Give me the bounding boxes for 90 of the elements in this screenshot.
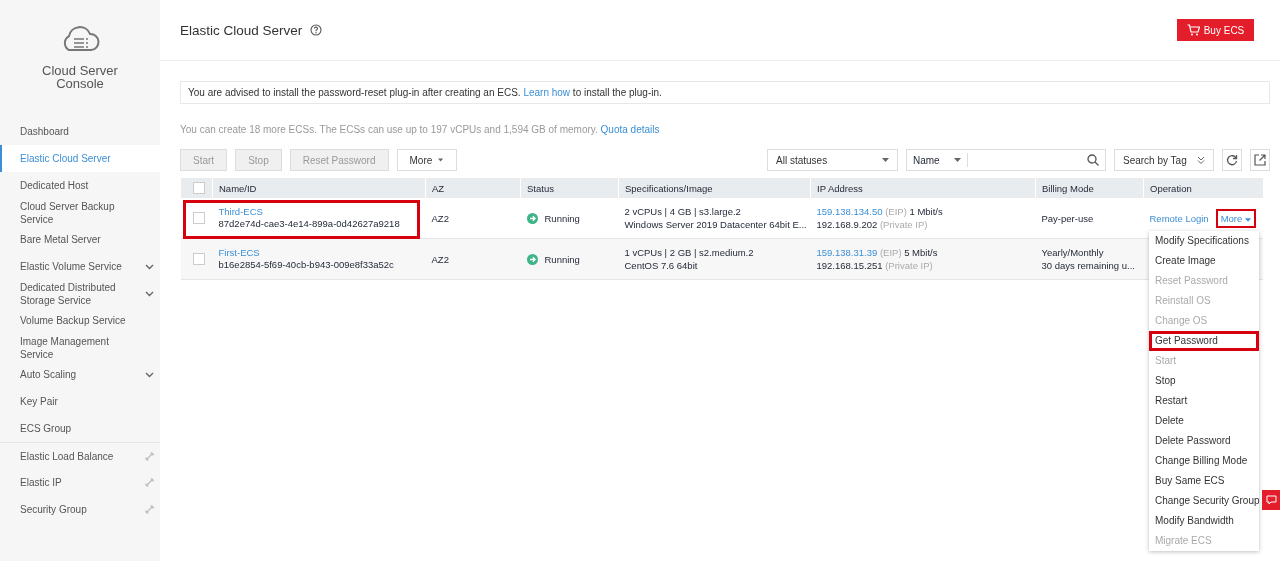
double-chevron-icon bbox=[1197, 156, 1205, 164]
status-filter[interactable]: All statuses bbox=[767, 149, 898, 171]
more-dropdown[interactable]: More bbox=[396, 149, 457, 171]
menu-item[interactable]: Stop bbox=[1149, 371, 1259, 391]
server-name-link[interactable]: Third-ECS bbox=[218, 206, 422, 217]
sidebar-item[interactable]: Cloud Server Backup Service bbox=[0, 199, 160, 226]
column-header: Billing Mode bbox=[1042, 182, 1094, 194]
sidebar-item[interactable]: Dashboard bbox=[0, 118, 160, 145]
private-ip-text: 192.168.9.202 bbox=[816, 219, 878, 230]
chevron-icon bbox=[145, 290, 154, 297]
sidebar-item[interactable]: ECS Group bbox=[0, 415, 160, 442]
billing-text: Pay-per-use bbox=[1041, 211, 1095, 225]
sidebar-item[interactable]: Elastic Cloud Server bbox=[0, 145, 160, 172]
quota-text: You can create 18 more ECSs. The ECSs can use up to 197 vCPUs and 1,594 GB of memory. Quota details bbox=[180, 124, 661, 135]
private-ip-label: (Private IP) bbox=[879, 219, 928, 230]
help-icon[interactable] bbox=[310, 24, 323, 36]
private-ip-text: 192.168.15.251 bbox=[816, 260, 883, 271]
column-header: Operation bbox=[1150, 182, 1192, 194]
az-text: AZ2 bbox=[431, 212, 449, 224]
menu-item[interactable]: Modify Specifications bbox=[1149, 231, 1259, 251]
sidebar-item[interactable]: Bare Metal Server bbox=[0, 226, 160, 253]
image-text: CentOS 7.6 64bit bbox=[624, 259, 699, 272]
notice-text: You are advised to install the password-reset plug-in after creating an ECS. Learn how to install the plug-in. bbox=[180, 81, 1270, 104]
caret-icon bbox=[953, 158, 961, 162]
sidebar-item[interactable]: Elastic IP bbox=[0, 469, 160, 496]
image-text: Windows Server 2019 Datacenter 64bit E... bbox=[624, 218, 807, 231]
bandwidth-text: 5 Mbit/s bbox=[904, 247, 938, 258]
export-button[interactable] bbox=[1250, 149, 1270, 171]
quota-details-link[interactable]: Quota details bbox=[600, 124, 660, 135]
console-title: Cloud Server Console bbox=[41, 64, 119, 90]
sidebar-item[interactable]: Volume Backup Service bbox=[0, 307, 160, 334]
sidebar-item[interactable]: Key Pair bbox=[0, 388, 160, 415]
menu-item[interactable]: Restart bbox=[1149, 391, 1259, 411]
running-icon bbox=[526, 212, 538, 224]
buy-ecs-button[interactable]: Buy ECS bbox=[1177, 19, 1254, 41]
menu-item[interactable]: Modify Bandwidth bbox=[1149, 511, 1259, 531]
remote-login-link[interactable]: Remote Login bbox=[1149, 212, 1209, 224]
sidebar-item[interactable]: Dedicated Host bbox=[0, 172, 160, 199]
caret-icon bbox=[882, 158, 889, 162]
column-header: IP Address bbox=[817, 182, 863, 194]
eip-link[interactable]: 159.138.134.50 bbox=[816, 206, 883, 217]
caret-icon bbox=[438, 158, 444, 162]
more-link[interactable]: More bbox=[1217, 210, 1254, 226]
sidebar-item[interactable]: Elastic Volume Service bbox=[0, 253, 160, 280]
sidebar-item[interactable]: Elastic Load Balance bbox=[0, 442, 160, 469]
chat-icon bbox=[1265, 495, 1277, 505]
export-icon bbox=[1254, 154, 1266, 166]
server-id: b16e2854-5f69-40cb-b943-009e8f33a52c bbox=[218, 258, 395, 271]
sidebar-item[interactable]: Security Group bbox=[0, 496, 160, 523]
running-icon bbox=[526, 253, 538, 265]
menu-item[interactable]: Get Password bbox=[1149, 331, 1259, 351]
server-id: 87d2e74d-cae3-4e14-899a-0d42627a9218 bbox=[218, 217, 401, 230]
menu-item[interactable]: Create Image bbox=[1149, 251, 1259, 271]
status-text: Running bbox=[544, 212, 580, 224]
spec-text: 2 vCPUs | 4 GB | s3.large.2 bbox=[624, 205, 742, 218]
row-checkbox[interactable] bbox=[192, 212, 205, 225]
caret-icon bbox=[1244, 217, 1251, 222]
search-icon[interactable] bbox=[1087, 154, 1099, 166]
billing-text: Yearly/Monthly bbox=[1041, 246, 1105, 259]
column-header: Status bbox=[527, 182, 554, 194]
menu-item[interactable]: Buy Same ECS bbox=[1149, 471, 1259, 491]
bandwidth-text: 1 Mbit/s bbox=[909, 206, 943, 217]
sidebar-item[interactable]: Image Management Service bbox=[0, 334, 160, 361]
refresh-icon bbox=[1226, 154, 1238, 166]
menu-item[interactable]: Change Security Group bbox=[1149, 491, 1259, 511]
eip-label: (EIP) bbox=[885, 206, 907, 217]
menu-item[interactable]: Change Billing Mode bbox=[1149, 451, 1259, 471]
menu-item[interactable]: Delete bbox=[1149, 411, 1259, 431]
column-header: Name/ID bbox=[219, 182, 257, 194]
tag-search-button[interactable]: Search by Tag bbox=[1114, 149, 1214, 171]
sidebar-item[interactable]: Dedicated Distributed Storage Service bbox=[0, 280, 160, 307]
eip-label: (EIP) bbox=[879, 247, 902, 258]
status-text: Running bbox=[544, 253, 580, 265]
menu-item[interactable]: Delete Password bbox=[1149, 431, 1259, 451]
column-header: AZ bbox=[432, 182, 445, 194]
private-ip-label: (Private IP) bbox=[885, 260, 933, 271]
az-text: AZ2 bbox=[431, 253, 449, 265]
select-all-checkbox[interactable] bbox=[193, 182, 205, 195]
row-checkbox[interactable] bbox=[192, 253, 205, 266]
chevron-icon bbox=[145, 263, 154, 270]
chevron-icon bbox=[145, 371, 154, 378]
sidebar-item[interactable]: Auto Scaling bbox=[0, 361, 160, 388]
billing-text: 30 days remaining u... bbox=[1041, 259, 1136, 272]
learn-how-link[interactable]: Learn how bbox=[523, 87, 571, 98]
page-title: Elastic Cloud Server bbox=[180, 22, 303, 38]
refresh-button[interactable] bbox=[1222, 149, 1242, 171]
column-header: Specifications/Image bbox=[625, 182, 713, 194]
search-field[interactable]: Name bbox=[906, 149, 1106, 171]
cart-icon bbox=[1186, 24, 1200, 36]
spec-text: 1 vCPUs | 2 GB | s2.medium.2 bbox=[624, 246, 755, 259]
